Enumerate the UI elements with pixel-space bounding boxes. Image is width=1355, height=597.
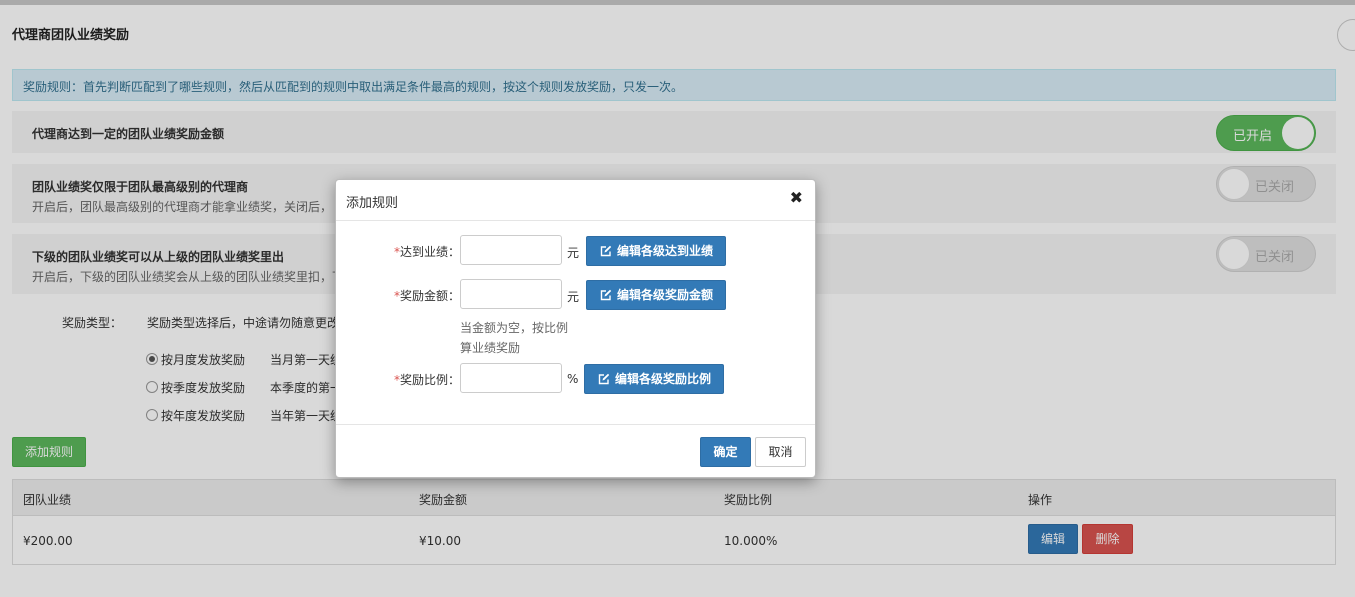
edit-level-performance-button[interactable]: 编辑各级达到业绩 [586, 236, 726, 266]
edit-icon [600, 289, 612, 301]
field-label-performance: *达到业绩： [386, 243, 460, 260]
field-label-text: 达到业绩： [399, 245, 460, 259]
confirm-button[interactable]: 确定 [700, 437, 751, 467]
unit-label: % [567, 372, 579, 386]
field-label-text: 奖励金额： [399, 289, 460, 303]
edit-icon [598, 373, 610, 385]
help-line: 当金额为空，按比例 [460, 321, 569, 335]
reward-ratio-input[interactable] [460, 363, 562, 393]
button-label: 编辑各级奖励金额 [617, 288, 714, 302]
field-label-ratio: *奖励比例： [386, 371, 460, 388]
edit-icon [600, 245, 612, 257]
performance-input[interactable] [460, 235, 562, 265]
field-label-amount: *奖励金额： [386, 287, 460, 304]
amount-help-text: 当金额为空，按比例 算业绩奖励 [460, 318, 580, 358]
add-rule-modal: 添加规则 ✖ *达到业绩： 元 编辑各级达到业绩 *奖励金额： 元 编辑各级奖励… [335, 179, 816, 478]
modal-title: 添加规则 [346, 196, 399, 211]
field-label-text: 奖励比例： [399, 373, 460, 387]
help-line: 算业绩奖励 [460, 341, 521, 355]
close-icon[interactable]: ✖ [790, 188, 803, 207]
cancel-button[interactable]: 取消 [755, 437, 806, 467]
button-label: 编辑各级奖励比例 [615, 372, 712, 386]
reward-amount-input[interactable] [460, 279, 562, 309]
modal-footer: 确定 取消 [336, 424, 815, 479]
button-label: 编辑各级达到业绩 [617, 244, 714, 258]
modal-header: 添加规则 ✖ [336, 180, 815, 221]
unit-label: 元 [567, 290, 580, 304]
edit-level-amount-button[interactable]: 编辑各级奖励金额 [586, 280, 726, 310]
edit-level-ratio-button[interactable]: 编辑各级奖励比例 [584, 364, 724, 394]
unit-label: 元 [567, 246, 580, 260]
